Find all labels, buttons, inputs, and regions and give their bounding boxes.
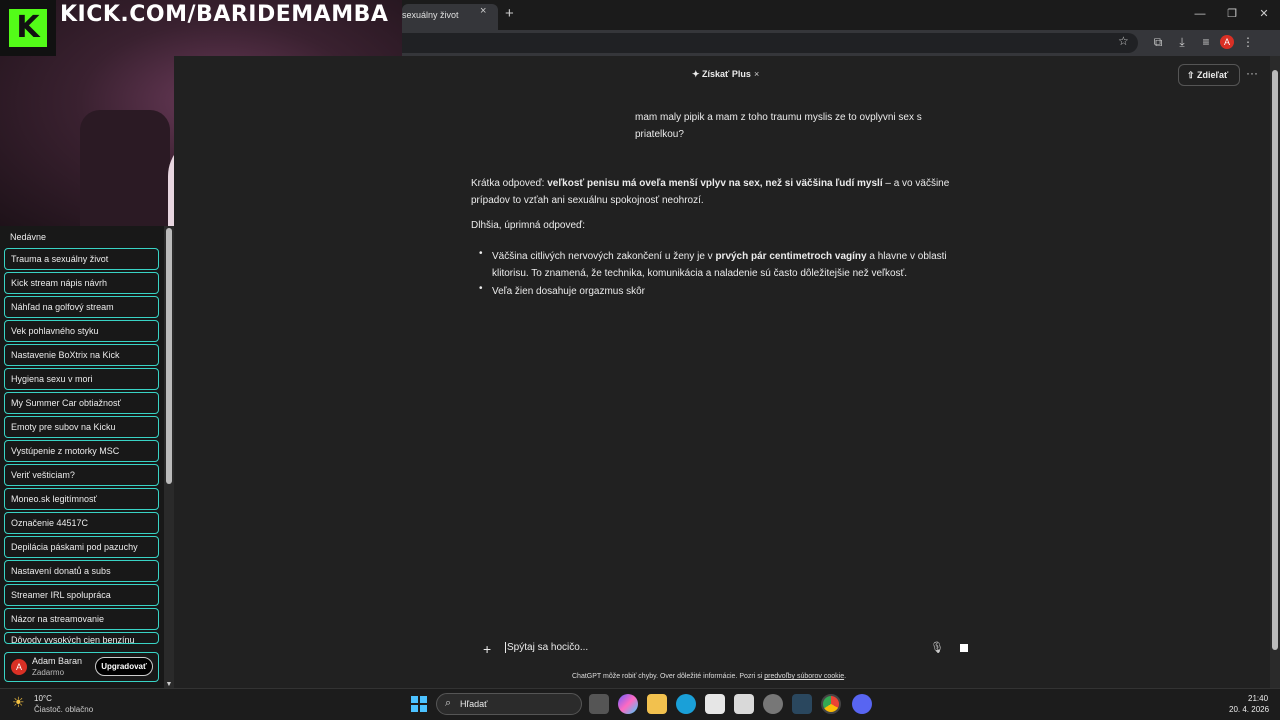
new-tab-button[interactable]: + xyxy=(505,5,514,22)
chrome-icon[interactable] xyxy=(821,694,841,714)
profile-avatar[interactable]: A xyxy=(1220,35,1234,49)
close-icon[interactable]: × xyxy=(754,69,759,79)
taskbar-search[interactable]: ⌕ Hľadať xyxy=(436,693,582,715)
sidebar-item[interactable]: Kick stream nápis návrh xyxy=(4,272,159,294)
upgrade-button[interactable]: Upgradovať xyxy=(95,657,153,676)
recent-heading: Nedávne xyxy=(10,232,47,242)
disclaimer: ChatGPT môže robiť chyby. Over dôležité … xyxy=(572,673,846,680)
media-icon[interactable]: ≡ xyxy=(1196,32,1216,52)
stream-url: KICK.COM/BARIDEMAMBA xyxy=(60,2,389,27)
sidebar-item[interactable]: Názor na streamovanie xyxy=(4,608,159,630)
browser-menu-icon[interactable]: ⋮ xyxy=(1238,32,1258,52)
task-view-icon[interactable] xyxy=(589,694,609,714)
sidebar-item[interactable]: Depilácia páskami pod pazuchy xyxy=(4,536,159,558)
chat-scrollbar[interactable] xyxy=(1270,56,1280,688)
disclaimer-end: . xyxy=(844,673,847,680)
user-account[interactable]: A Adam Baran Zadarmo Upgradovať xyxy=(4,652,159,682)
close-window-button[interactable]: ✕ xyxy=(1248,0,1280,28)
more-options-icon[interactable]: ··· xyxy=(1246,66,1258,80)
edge-icon[interactable] xyxy=(676,694,696,714)
assistant-reply-intro: Krátka odpoveď: veľkosť penisu má oveľa … xyxy=(471,175,966,209)
sidebar-item[interactable]: Náhľad na golfový stream xyxy=(4,296,159,318)
gaming-chair xyxy=(80,110,170,226)
kick-logo: K xyxy=(0,0,56,56)
bullet-marker: • xyxy=(479,283,483,294)
maximize-button[interactable]: ❐ xyxy=(1216,0,1248,28)
kick-logo-letter: K xyxy=(9,9,47,47)
user-plan: Zadarmo xyxy=(32,668,65,677)
store-icon[interactable] xyxy=(705,694,725,714)
sidebar-scrollbar[interactable]: ▼ xyxy=(164,226,174,688)
user-name: Adam Baran xyxy=(32,656,83,666)
weather-desc: Čiastoč. oblačno xyxy=(34,705,94,714)
bookmark-star-icon[interactable]: ☆ xyxy=(1118,34,1129,48)
share-button[interactable]: ⇧ Zdieľať xyxy=(1178,64,1240,86)
sidebar-item[interactable]: Veriť vešticiam? xyxy=(4,464,159,486)
reply-intro-bold: veľkosť penisu má oveľa menší vplyv na s… xyxy=(547,178,883,189)
microphone-icon[interactable]: 🎙 xyxy=(930,641,944,654)
download-icon[interactable]: ⤓ xyxy=(1172,32,1192,52)
sidebar-item[interactable]: Nastavení donatů a subs xyxy=(4,560,159,582)
chat-main xyxy=(174,56,1270,688)
scroll-down-icon[interactable]: ▼ xyxy=(164,681,174,688)
sidebar-item[interactable]: Hygiena sexu v mori xyxy=(4,368,159,390)
sidebar: Nedávne Trauma a sexuálny život Kick str… xyxy=(0,226,174,688)
sidebar-item[interactable]: Streamer IRL spolupráca xyxy=(4,584,159,606)
cookie-prefs-link[interactable]: predvoľby súborov cookie xyxy=(764,673,844,680)
weather-icon[interactable]: ☀ xyxy=(12,694,25,711)
disclaimer-text: ChatGPT môže robiť chyby. Over dôležité … xyxy=(572,673,765,680)
bullet-marker: • xyxy=(479,248,483,259)
extensions-icon[interactable]: ⧉ xyxy=(1148,32,1168,52)
weather-temp: 10°C xyxy=(34,694,52,703)
discord-icon[interactable] xyxy=(852,694,872,714)
bullet-text: Väčšina citlivých nervových zakončení u … xyxy=(492,251,716,262)
window-controls: — ❐ ✕ xyxy=(1184,0,1280,28)
sidebar-item[interactable]: Emoty pre subov na Kicku xyxy=(4,416,159,438)
sidebar-item[interactable]: Nastavenie BoXtrix na Kick xyxy=(4,344,159,366)
prompt-input[interactable]: Spýtaj sa hocičo... xyxy=(505,642,588,653)
sidebar-item[interactable]: Vek pohlavného styku xyxy=(4,320,159,342)
stop-button[interactable] xyxy=(960,644,968,652)
taskbar xyxy=(0,688,1280,720)
steam-icon[interactable] xyxy=(792,694,812,714)
search-label: Hľadať xyxy=(460,699,488,709)
reply-bullet: Väčšina citlivých nervových zakončení u … xyxy=(492,248,967,282)
chat-scroll-thumb[interactable] xyxy=(1272,70,1278,650)
reply-bullet: Veľa žien dosahuje orgazmus skôr xyxy=(492,286,646,297)
bullet-bold-text: prvých pár centimetroch vagíny xyxy=(715,251,867,262)
avatar: A xyxy=(11,659,27,675)
copilot-icon[interactable] xyxy=(618,694,638,714)
toolbar-icons: ⧉ ⤓ ≡ A ⋮ xyxy=(1148,32,1258,52)
sidebar-scroll-thumb[interactable] xyxy=(166,228,172,484)
search-icon: ⌕ xyxy=(445,697,452,709)
address-bar[interactable] xyxy=(402,33,1138,53)
sidebar-item[interactable]: Vystúpenie z motorky MSC xyxy=(4,440,159,462)
user-message: mam maly pipik a mam z toho traumu mysli… xyxy=(635,112,922,140)
sidebar-item[interactable]: Označenie 44517C xyxy=(4,512,159,534)
tab-close-icon[interactable]: × xyxy=(480,5,486,17)
sidebar-item[interactable]: Trauma a sexuálny život xyxy=(4,248,159,270)
tab-title: sexuálny život xyxy=(402,10,459,20)
github-icon[interactable] xyxy=(763,694,783,714)
sidebar-item[interactable]: My Summer Car obtiažnosť xyxy=(4,392,159,414)
attach-plus-button[interactable]: + xyxy=(483,641,491,657)
sidebar-item[interactable]: Dôvody vysokých cien benzínu xyxy=(4,632,159,644)
clock-date[interactable]: 20. 4. 2026 xyxy=(1229,705,1269,714)
office-icon[interactable] xyxy=(734,694,754,714)
get-plus-button[interactable]: ✦ Získať Plus xyxy=(692,69,751,80)
clock-time[interactable]: 21:40 xyxy=(1248,694,1268,703)
assistant-reply-heading: Dlhšia, úprimná odpoveď: xyxy=(471,220,585,231)
windows-start-icon[interactable] xyxy=(411,696,427,712)
file-explorer-icon[interactable] xyxy=(647,694,667,714)
sidebar-item[interactable]: Moneo.sk legitímnosť xyxy=(4,488,159,510)
minimize-button[interactable]: — xyxy=(1184,0,1216,28)
reply-intro-label: Krátka odpoveď: xyxy=(471,178,548,189)
